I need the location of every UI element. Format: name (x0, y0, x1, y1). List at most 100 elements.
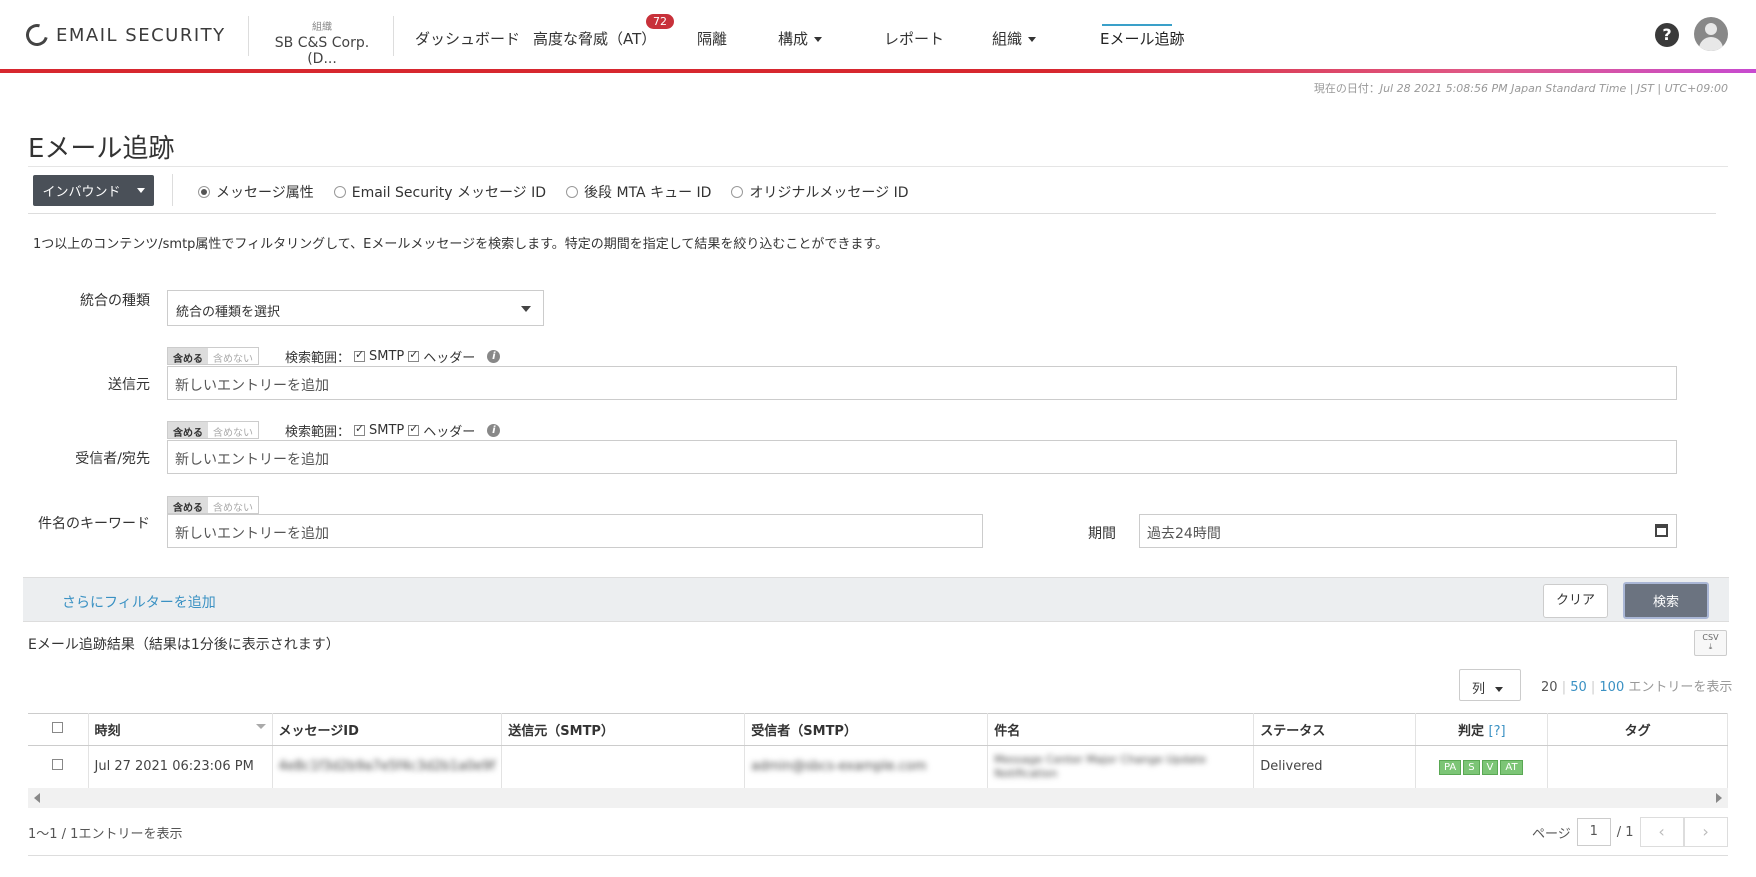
info-icon[interactable]: i (487, 350, 501, 363)
include-option[interactable]: 含める (168, 348, 208, 365)
org-label: 組織 (312, 22, 332, 33)
row-checkbox[interactable] (52, 759, 64, 771)
scope-label: 検索範囲： (285, 351, 351, 366)
verdict-at-badge: AT (1500, 759, 1523, 775)
nav-organization-label: 組織 (992, 30, 1023, 48)
nav-config[interactable]: 構成 (778, 28, 823, 49)
radio-button[interactable] (198, 186, 210, 198)
recipient-label: 受信者/宛先 (75, 451, 150, 467)
nav-quarantine[interactable]: 隔離 (697, 28, 727, 49)
cell-status: Delivered (1253, 745, 1417, 788)
direction-dropdown[interactable]: インバウンド (33, 175, 154, 206)
logo[interactable]: EMAIL SECURITY (21, 19, 226, 51)
columns-button[interactable]: 列 (1459, 669, 1521, 701)
pagination: ページ 1 / 1 ‹ › (1532, 817, 1728, 847)
horizontal-scrollbar[interactable] (28, 788, 1728, 808)
nav-organization[interactable]: 組織 (992, 28, 1037, 49)
col-recipient[interactable]: 受信者（SMTP） (744, 713, 989, 746)
radio-label: メッセージ属性 (216, 185, 314, 201)
org-selector[interactable]: 組織 SB C&S Corp. (D... (262, 18, 382, 67)
nav-advanced-threats[interactable]: 高度な脅威（AT） (533, 28, 656, 49)
recipient-scope: 検索範囲： SMTP ヘッダー i (285, 421, 501, 440)
radio-label: Email Security メッセージ ID (351, 185, 547, 201)
search-mode-es-message-id[interactable]: Email Security メッセージ ID (333, 182, 547, 202)
search-button[interactable]: 検索 (1623, 582, 1709, 619)
next-page-button[interactable]: › (1683, 817, 1728, 847)
col-message-id[interactable]: メッセージID (272, 713, 503, 746)
radio-label: オリジナルメッセージ ID (749, 185, 909, 201)
user-avatar-icon[interactable] (1694, 17, 1728, 51)
radio-button[interactable] (566, 186, 579, 198)
smtp-checkbox[interactable] (354, 422, 366, 436)
scroll-left-icon[interactable] (34, 793, 40, 803)
sender-include-toggle[interactable]: 含める 含めない (167, 347, 259, 365)
chevron-down-icon (1495, 687, 1504, 692)
page-title: Eメール追跡 (28, 134, 175, 164)
col-time[interactable]: 時刻 (88, 713, 273, 746)
org-name: SB C&S Corp. (D... (274, 35, 370, 67)
col-label: 時刻 (94, 724, 121, 739)
nav-reports[interactable]: レポート (884, 28, 944, 49)
cell-subject: Message Center Major Change Update Notif… (987, 745, 1255, 788)
scroll-right-icon[interactable] (1716, 793, 1722, 803)
search-mode-attributes[interactable]: メッセージ属性 (198, 182, 314, 202)
add-filter-link[interactable]: さらにフィルターを追加 (62, 592, 216, 612)
search-mode-original-message-id[interactable]: オリジナルメッセージ ID (731, 182, 909, 202)
include-option[interactable]: 含める (168, 497, 208, 514)
datetime-value: Jul 28 2021 5:08:56 PM Japan Standard Ti… (1379, 82, 1728, 95)
table-row[interactable]: Jul 27 2021 06:23:06 PM 4e8c1f3d2b9a7e5f… (28, 745, 1728, 788)
col-sender[interactable]: 送信元（SMTP） (501, 713, 746, 746)
clear-button[interactable]: クリア (1543, 584, 1608, 618)
smtp-label: SMTP (369, 349, 405, 364)
nav-email-trace[interactable]: Eメール追跡 (1100, 28, 1184, 49)
prev-page-button[interactable]: ‹ (1639, 817, 1684, 847)
page-size-50[interactable]: 50 (1570, 680, 1587, 695)
datetime-label: 現在の日付： (1313, 82, 1380, 95)
subject-input[interactable]: 新しいエントリーを追加 (167, 514, 983, 548)
chevron-down-icon (814, 37, 823, 42)
smtp-label: SMTP (369, 423, 405, 438)
threat-count-badge: 72 (646, 14, 674, 29)
cell-time: Jul 27 2021 06:23:06 PM (88, 745, 273, 788)
page-number-input[interactable]: 1 (1576, 818, 1611, 846)
search-mode-group: メッセージ属性 Email Security メッセージ ID 後段 MTA キ… (198, 182, 909, 202)
recipient-include-toggle[interactable]: 含める 含めない (167, 421, 259, 439)
select-all-checkbox[interactable] (52, 722, 64, 733)
help-icon[interactable]: ? (1655, 23, 1679, 47)
include-option[interactable]: 含める (168, 422, 208, 439)
info-icon[interactable]: i (487, 424, 501, 437)
smtp-checkbox[interactable] (354, 348, 366, 362)
nav-dashboard[interactable]: ダッシュボード (415, 28, 520, 49)
chevron-down-icon (136, 188, 145, 193)
page-total: / 1 (1616, 824, 1634, 840)
sender-input[interactable]: 新しいエントリーを追加 (167, 366, 1677, 400)
calendar-icon[interactable] (1655, 524, 1668, 537)
integration-type-select[interactable]: 統合の種類を選択 (167, 290, 544, 326)
verdict-help-link[interactable]: [?] (1489, 724, 1506, 739)
avatar-body (1699, 37, 1723, 51)
header-checkbox[interactable] (408, 422, 420, 436)
header-checkbox[interactable] (408, 348, 420, 362)
radio-button[interactable] (333, 186, 346, 198)
radio-button[interactable] (731, 186, 744, 198)
top-navbar: EMAIL SECURITY 組織 SB C&S Corp. (D... ダッシ… (0, 0, 1756, 70)
search-mode-mta-queue-id[interactable]: 後段 MTA キュー ID (566, 182, 711, 202)
select-value: 統合の種類を選択 (176, 305, 281, 320)
verdict-s-badge: S (1463, 759, 1480, 775)
page-size-100[interactable]: 100 (1599, 680, 1624, 695)
csv-download-icon[interactable]: CSV ⤓ (1694, 630, 1727, 656)
exclude-option[interactable]: 含めない (208, 422, 258, 439)
page-size-20[interactable]: 20 (1541, 680, 1558, 695)
col-tag[interactable]: タグ (1547, 713, 1728, 746)
col-subject[interactable]: 件名 (987, 713, 1255, 746)
select-all-cell (28, 713, 89, 746)
col-verdict[interactable]: 判定 [?] (1415, 713, 1549, 746)
exclude-option[interactable]: 含めない (208, 348, 258, 365)
recipient-input[interactable]: 新しいエントリーを追加 (167, 440, 1677, 474)
col-status[interactable]: ステータス (1253, 713, 1417, 746)
divider (172, 174, 173, 206)
subject-include-toggle[interactable]: 含める 含めない (167, 496, 259, 514)
verdict-v-badge: V (1481, 759, 1499, 775)
period-select[interactable]: 過去24時間 (1139, 514, 1677, 548)
exclude-option[interactable]: 含めない (208, 497, 258, 514)
